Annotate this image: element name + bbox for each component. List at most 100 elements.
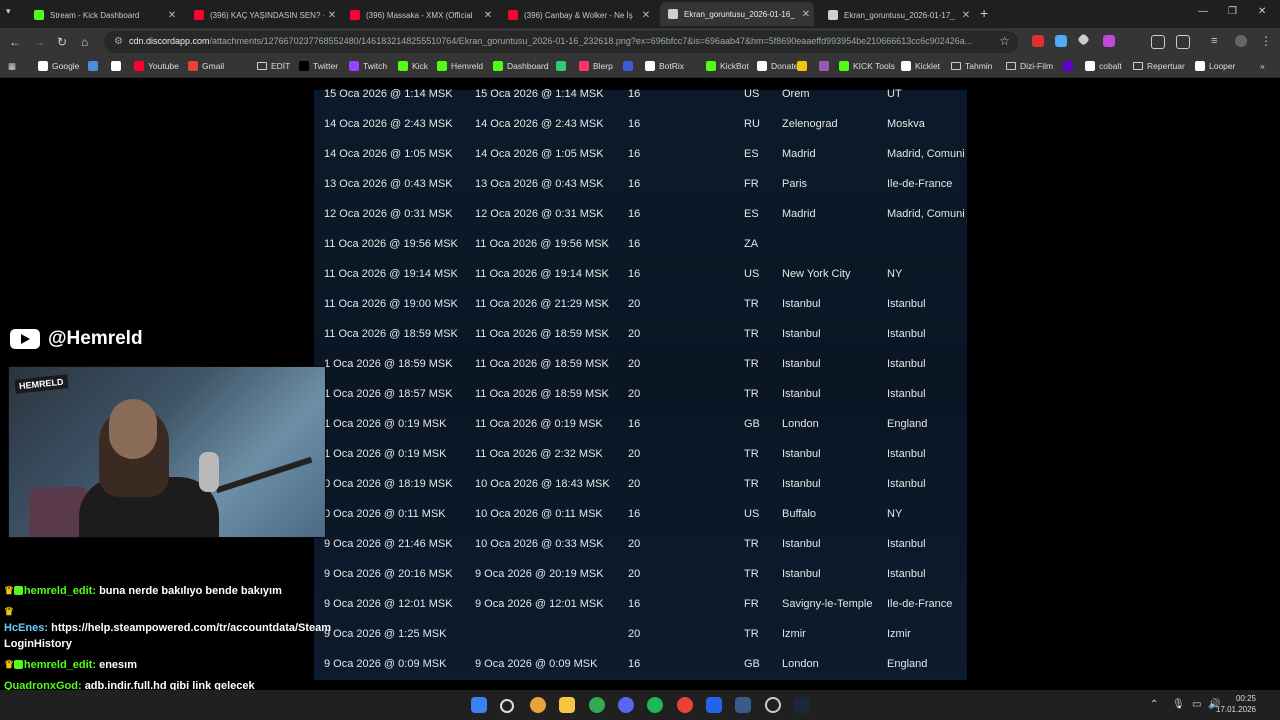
extensions-puzzle-icon[interactable]	[1176, 35, 1190, 49]
bookmark-item[interactable]: Hemreld	[437, 61, 483, 71]
menu-icon[interactable]: ⋮	[1260, 34, 1272, 48]
bookmark-item[interactable]: KickBot	[706, 61, 749, 71]
bookmark-item[interactable]: Tahmin	[951, 61, 992, 71]
url-text[interactable]: cdn.discordapp.com/attachments/127667023…	[129, 36, 994, 46]
app-icon[interactable]	[735, 697, 751, 713]
tab-close-icon[interactable]: ✕	[480, 10, 496, 21]
bookmark-item[interactable]: Blerp	[579, 61, 613, 71]
home-button[interactable]: ⌂	[81, 35, 88, 49]
bookmark-item[interactable]: Kicklet	[901, 61, 940, 71]
bookmark-item[interactable]	[819, 61, 833, 71]
table-cell: TR	[744, 568, 759, 580]
extension-icon[interactable]	[1055, 35, 1067, 47]
bookmark-label: Twitch	[363, 61, 388, 71]
obs-icon[interactable]	[765, 697, 781, 713]
bookmark-item[interactable]	[623, 61, 637, 71]
bookmark-item[interactable]: BotRix	[645, 61, 684, 71]
bookmark-item[interactable]	[797, 61, 811, 71]
tab-close-icon[interactable]: ✕	[638, 10, 654, 21]
tab-close-icon[interactable]: ✕	[324, 10, 340, 21]
address-bar[interactable]: ⚙ cdn.discordapp.com/attachments/1276670…	[104, 31, 1018, 53]
bookmark-label: Youtube	[148, 61, 179, 71]
site-info-icon[interactable]: ⚙	[114, 36, 123, 47]
table-cell: Istanbul	[887, 478, 926, 490]
bookmark-item[interactable]	[88, 61, 102, 71]
bookmark-item[interactable]: Twitter	[299, 61, 338, 71]
bookmark-item[interactable]: KICK Tools	[839, 61, 895, 71]
bookmark-item[interactable]: Repertuar	[1133, 61, 1185, 71]
bookmark-star-icon[interactable]: ☆	[999, 34, 1010, 48]
microphone-icon[interactable]: 🎙	[1172, 699, 1185, 710]
translate-icon	[88, 61, 98, 71]
spotify-icon[interactable]	[647, 697, 663, 713]
chrome-icon[interactable]	[677, 697, 693, 713]
start-icon[interactable]	[471, 697, 487, 713]
restore-button[interactable]: ❐	[1228, 6, 1237, 17]
minimize-button[interactable]: —	[1198, 6, 1208, 17]
table-cell: TR	[744, 538, 759, 550]
bookmark-item[interactable]: Google	[38, 61, 79, 71]
app-icon[interactable]	[706, 697, 722, 713]
table-cell: 14 Oca 2026 @ 2:43 MSK	[324, 118, 453, 130]
media-control-icon[interactable]: ≡	[1211, 35, 1223, 47]
folder-icon	[257, 62, 267, 70]
tab-5[interactable]: Ekran_goruntusu_2026-01-17_ ✕	[820, 4, 974, 26]
system-clock[interactable]: 00:25 17.01.2026	[1216, 693, 1256, 715]
table-cell: 11 Oca 2026 @ 0:19 MSK	[475, 418, 603, 430]
blerp-icon	[579, 61, 589, 71]
tab-1[interactable]: (396) KAÇ YAŞINDASIN SEN? - ✕	[186, 4, 340, 26]
reload-button[interactable]: ↻	[57, 35, 67, 49]
bookmark-item[interactable]	[111, 61, 125, 71]
tab-close-icon[interactable]: ✕	[798, 9, 814, 20]
table-cell: 11 Oca 2026 @ 19:14 MSK	[475, 268, 609, 280]
close-window-button[interactable]: ✕	[1258, 6, 1266, 17]
bookmark-item[interactable]: Twitch	[349, 61, 387, 71]
extension-icon[interactable]	[1077, 33, 1090, 46]
table-cell: 20	[628, 538, 641, 550]
network-icon[interactable]: ▭	[1192, 699, 1201, 710]
bookmark-item[interactable]	[1063, 61, 1077, 71]
bookmark-item[interactable]: Donate	[757, 61, 798, 71]
extension-icon[interactable]	[1032, 35, 1044, 47]
steam-icon[interactable]	[794, 697, 810, 713]
back-button[interactable]: ←	[9, 35, 21, 49]
discord-icon[interactable]	[618, 697, 634, 713]
tab-close-icon[interactable]: ✕	[164, 10, 180, 21]
tab-search-dropdown[interactable]: ▾	[6, 6, 11, 17]
bookmark-item[interactable]: Dizi-Film	[1006, 61, 1053, 71]
tray-overflow-icon[interactable]: ⌃	[1150, 699, 1158, 710]
tab-4[interactable]: Ekran_goruntusu_2026-01-16_ ✕	[660, 2, 814, 26]
bookmark-item[interactable]: Looper	[1195, 61, 1235, 71]
table-cell: 1 Oca 2026 @ 0:19 MSK	[324, 448, 447, 460]
table-cell: 0 Oca 2026 @ 18:19 MSK	[324, 478, 453, 490]
tab-0[interactable]: Stream - Kick Dashboard ✕	[26, 4, 180, 26]
bookmark-item[interactable]: EDİT	[257, 61, 290, 71]
forward-button[interactable]: →	[33, 35, 45, 49]
bookmarks-overflow-icon[interactable]: »	[1260, 61, 1265, 71]
google-icon	[38, 61, 48, 71]
tab-3[interactable]: (396) Canbay & Wolker - Ne İş ✕	[500, 4, 654, 26]
tab-2[interactable]: (396) Massaka - XMX (Official ✕	[342, 4, 496, 26]
bookmark-item[interactable]: Youtube	[134, 61, 179, 71]
chrome-icon[interactable]	[530, 697, 546, 713]
new-tab-button[interactable]: +	[980, 5, 988, 21]
bookmark-label: KICK Tools	[853, 61, 895, 71]
tab-close-icon[interactable]: ✕	[958, 10, 974, 21]
table-cell: Buffalo	[782, 508, 817, 520]
bookmark-item[interactable]: Kick	[398, 61, 428, 71]
bookmark-item[interactable]: Dashboard	[493, 61, 549, 71]
profile-avatar[interactable]	[1235, 35, 1247, 47]
file-explorer-icon[interactable]	[559, 697, 575, 713]
bookmark-label: BotRix	[659, 61, 685, 71]
chrome-icon[interactable]	[589, 697, 605, 713]
bookmark-item[interactable]	[556, 61, 570, 71]
table-cell: Istanbul	[782, 358, 821, 370]
bookmark-item[interactable]: Gmail	[188, 61, 224, 71]
search-icon[interactable]	[500, 699, 514, 713]
apps-grid-icon[interactable]: ▦	[8, 61, 16, 72]
bookmark-item[interactable]: cobalt	[1085, 61, 1122, 71]
table-cell: GB	[744, 658, 760, 670]
kicklet-icon	[901, 61, 911, 71]
extension-icon[interactable]	[1103, 35, 1115, 47]
sidebar-icon[interactable]	[1151, 35, 1165, 49]
